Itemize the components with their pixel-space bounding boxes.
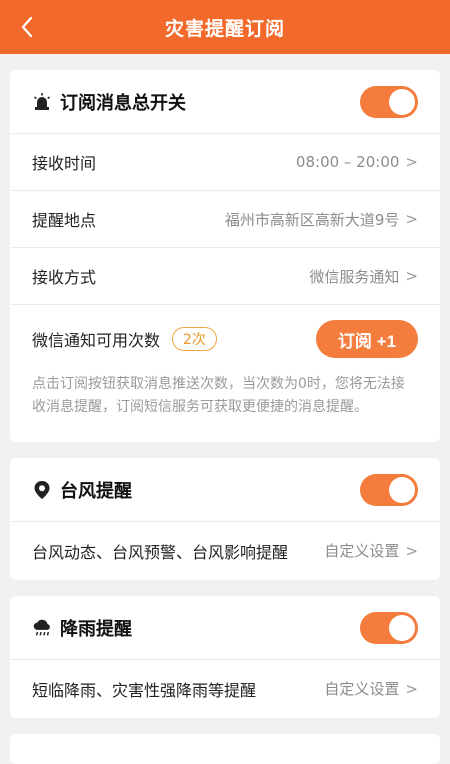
rain-setting-text: 自定义设置 xyxy=(324,680,400,698)
subscribe-button[interactable]: 订阅 +1 xyxy=(316,320,418,358)
page-title: 灾害提醒订阅 xyxy=(164,17,285,40)
receive-method-value: 微信服务通知 > xyxy=(309,266,418,287)
location-label: 提醒地点 xyxy=(32,211,97,230)
master-switch-row: 订阅消息总开关 xyxy=(10,70,440,134)
receive-method-text: 微信服务通知 xyxy=(309,267,400,286)
rain-title: 降雨提醒 xyxy=(60,618,132,640)
chevron-right-icon: > xyxy=(405,679,418,698)
location-value: 福州市高新区高新大道9号 > xyxy=(225,209,418,230)
toggle-knob xyxy=(389,476,415,503)
toggle-knob xyxy=(389,88,415,115)
alarm-light-icon xyxy=(32,92,52,112)
rain-toggle[interactable] xyxy=(360,611,418,644)
location-row[interactable]: 提醒地点 福州市高新区高新大道9号 > xyxy=(10,191,440,248)
receive-time-row[interactable]: 接收时间 08:00 – 20:00 > xyxy=(10,134,440,191)
receive-method-label: 接收方式 xyxy=(32,268,97,287)
quota-row: 微信通知可用次数 2次 订阅 +1 xyxy=(10,305,440,373)
receive-time-text: 08:00 – 20:00 xyxy=(295,153,400,171)
chevron-right-icon: > xyxy=(405,267,418,285)
location-text: 福州市高新区高新大道9号 xyxy=(224,210,400,229)
back-button[interactable] xyxy=(14,14,40,40)
chevron-right-icon: > xyxy=(405,210,418,228)
typhoon-desc: 台风动态、台风预警、台风影响提醒 xyxy=(32,542,289,562)
quota-label: 微信通知可用次数 xyxy=(32,331,161,350)
receive-time-value: 08:00 – 20:00 > xyxy=(296,153,418,171)
master-switch-toggle[interactable] xyxy=(360,85,418,118)
typhoon-settings-row[interactable]: 台风动态、台风预警、台风影响提醒 自定义设置 > xyxy=(10,522,440,579)
master-card: 订阅消息总开关 接收时间 08:00 – 20:00 > 提醒地点 福州市高新区… xyxy=(10,70,440,442)
quota-note: 点击订阅按钮获取消息推送次数，当次数为0时，您将无法接收消息提醒，订阅短信服务可… xyxy=(32,376,405,415)
typhoon-title: 台风提醒 xyxy=(60,480,132,502)
receive-time-label: 接收时间 xyxy=(32,154,97,173)
next-card xyxy=(10,734,440,764)
quota-badge: 2次 xyxy=(172,327,217,351)
rain-switch-row: 降雨提醒 xyxy=(10,596,440,660)
location-pin-icon xyxy=(32,480,52,500)
typhoon-setting-value: 自定义设置 > xyxy=(324,540,418,561)
rain-cloud-icon xyxy=(32,618,52,638)
typhoon-card: 台风提醒 台风动态、台风预警、台风影响提醒 自定义设置 > xyxy=(10,458,440,580)
chevron-left-icon xyxy=(21,16,33,38)
rain-card: 降雨提醒 短临降雨、灾害性强降雨等提醒 自定义设置 > xyxy=(10,596,440,718)
rain-setting-value: 自定义设置 > xyxy=(324,678,418,699)
toggle-knob xyxy=(389,614,415,641)
typhoon-setting-text: 自定义设置 xyxy=(324,542,400,560)
chevron-right-icon: > xyxy=(405,541,418,560)
top-bar: 灾害提醒订阅 xyxy=(0,0,450,54)
receive-method-row[interactable]: 接收方式 微信服务通知 > xyxy=(10,248,440,305)
chevron-right-icon: > xyxy=(405,153,418,171)
rain-desc: 短临降雨、灾害性强降雨等提醒 xyxy=(32,680,257,700)
typhoon-toggle[interactable] xyxy=(360,473,418,506)
master-switch-title: 订阅消息总开关 xyxy=(60,92,186,114)
rain-settings-row[interactable]: 短临降雨、灾害性强降雨等提醒 自定义设置 > xyxy=(10,660,440,717)
typhoon-switch-row: 台风提醒 xyxy=(10,458,440,522)
